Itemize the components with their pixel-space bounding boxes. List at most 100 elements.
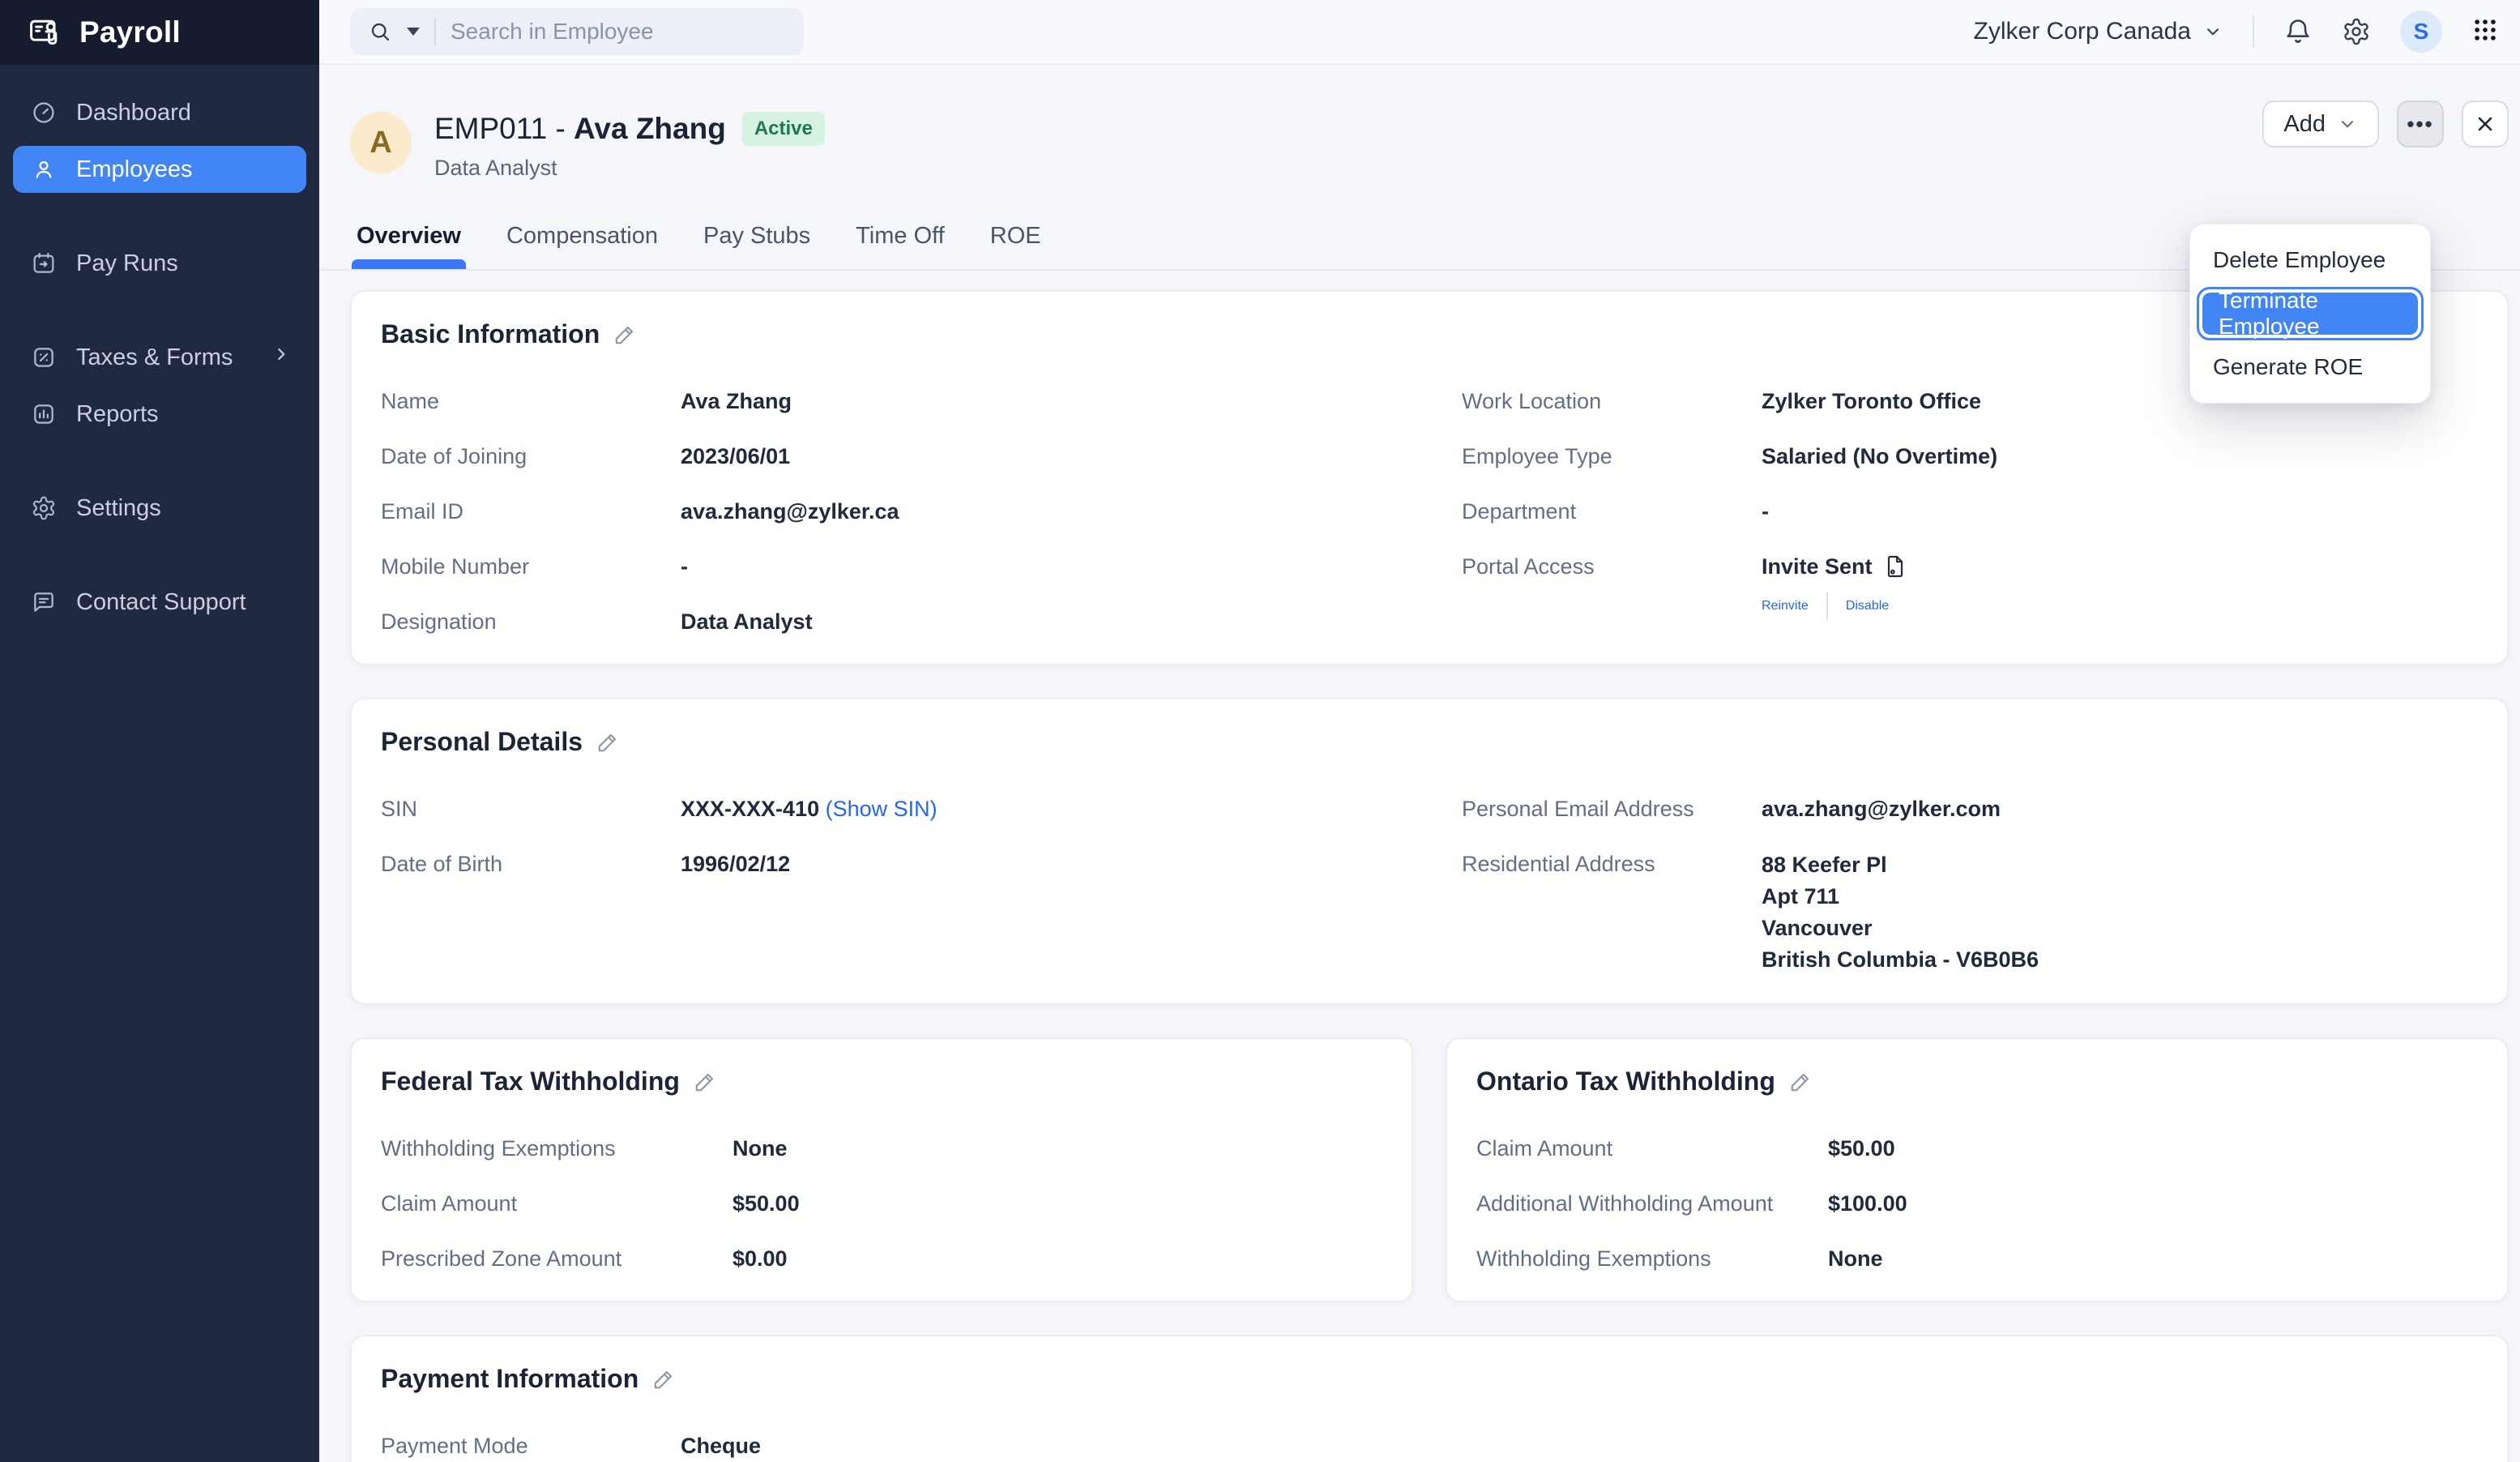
bell-icon bbox=[2283, 17, 2313, 46]
org-name: Zylker Corp Canada bbox=[1974, 18, 2191, 45]
payroll-logo-icon bbox=[28, 15, 63, 50]
user-avatar[interactable]: S bbox=[2400, 11, 2442, 53]
edit-payment-information-button[interactable] bbox=[651, 1367, 676, 1391]
employee-header: A EMP011 - Ava Zhang Active Data Analyst… bbox=[350, 65, 2509, 181]
menu-item-terminate-employee[interactable]: Terminate Employee bbox=[2202, 293, 2418, 335]
show-sin-link[interactable]: (Show SIN) bbox=[826, 797, 938, 821]
tab-overview[interactable]: Overview bbox=[357, 223, 461, 269]
app-name: Payroll bbox=[79, 15, 181, 49]
field-label: Personal Email Address bbox=[1462, 794, 1762, 823]
employee-avatar: A bbox=[350, 112, 412, 173]
tab-pay-stubs[interactable]: Pay Stubs bbox=[703, 223, 810, 269]
search-icon bbox=[368, 19, 392, 44]
federal-tax-card: Federal Tax Withholding Withholding Exem… bbox=[350, 1037, 1413, 1302]
sidebar-item-pay-runs[interactable]: Pay Runs bbox=[13, 240, 306, 287]
pencil-icon bbox=[596, 730, 620, 755]
nav-spacer bbox=[0, 447, 319, 485]
menu-item-terminate-focus-ring: Terminate Employee bbox=[2197, 287, 2424, 340]
close-button[interactable] bbox=[2462, 100, 2509, 147]
edit-basic-information-button[interactable] bbox=[613, 323, 637, 347]
address-line: Apt 711 bbox=[1762, 881, 2039, 913]
sidebar-item-dashboard[interactable]: Dashboard bbox=[13, 89, 306, 136]
sidebar-item-label: Pay Runs bbox=[76, 250, 178, 277]
notifications-button[interactable] bbox=[2283, 17, 2313, 46]
org-switcher[interactable]: Zylker Corp Canada bbox=[1974, 18, 2223, 45]
search-scope-caret-icon[interactable] bbox=[407, 28, 420, 36]
page-title: EMP011 - Ava Zhang bbox=[434, 112, 726, 146]
sidebar: Payroll Dashboard Employees bbox=[0, 0, 319, 1462]
employees-icon bbox=[31, 156, 57, 182]
field-label: SIN bbox=[381, 794, 681, 823]
taxes-forms-icon bbox=[31, 344, 57, 370]
search-input[interactable]: Search in Employee bbox=[350, 8, 804, 55]
edit-federal-tax-button[interactable] bbox=[693, 1070, 717, 1094]
pencil-icon bbox=[1788, 1070, 1813, 1094]
sin-masked: XXX-XXX-410 bbox=[681, 797, 819, 821]
chevron-right-icon bbox=[271, 344, 292, 371]
more-actions-button[interactable]: ••• bbox=[2397, 100, 2444, 147]
chevron-down-icon bbox=[2202, 21, 2223, 42]
search-divider bbox=[434, 18, 436, 45]
sidebar-nav: Dashboard Employees Pay Runs bbox=[0, 65, 319, 1462]
edit-ontario-tax-button[interactable] bbox=[1788, 1070, 1813, 1094]
tab-roe[interactable]: ROE bbox=[990, 223, 1041, 269]
field-label: Employee Type bbox=[1462, 442, 1762, 471]
pencil-icon bbox=[693, 1070, 717, 1094]
pencil-icon bbox=[651, 1367, 676, 1391]
address-line: 88 Keefer Pl bbox=[1762, 849, 2039, 881]
grid-9-icon bbox=[2471, 16, 2499, 44]
sidebar-item-employees[interactable]: Employees bbox=[13, 146, 306, 193]
field-value: Zylker Toronto Office bbox=[1762, 387, 1981, 416]
reinvite-link[interactable]: Reinvite bbox=[1762, 599, 1809, 613]
basic-info-right-column: Work LocationZylker Toronto Office Emplo… bbox=[1462, 387, 2478, 636]
section-title: Payment Information bbox=[381, 1364, 639, 1394]
personal-details-right-column: Personal Email Addressava.zhang@zylker.c… bbox=[1462, 794, 2478, 976]
field-label: Work Location bbox=[1462, 387, 1762, 416]
edit-personal-details-button[interactable] bbox=[596, 730, 620, 755]
sidebar-item-label: Reports bbox=[76, 401, 159, 428]
topbar: Search in Employee Zylker Corp Canada bbox=[319, 0, 2520, 65]
menu-item-generate-roe[interactable]: Generate ROE bbox=[2190, 344, 2430, 390]
reports-icon bbox=[31, 401, 57, 427]
menu-item-delete-employee[interactable]: Delete Employee bbox=[2190, 237, 2430, 283]
field-value: ava.zhang@zylker.ca bbox=[681, 497, 899, 526]
main-area: Search in Employee Zylker Corp Canada bbox=[319, 0, 2520, 1462]
field-label: Claim Amount bbox=[1476, 1134, 1828, 1163]
ontario-tax-card: Ontario Tax Withholding Claim Amount$50.… bbox=[1446, 1037, 2509, 1302]
apps-grid-button[interactable] bbox=[2471, 16, 2499, 48]
field-value: Ava Zhang bbox=[681, 387, 792, 416]
pay-runs-icon bbox=[31, 250, 57, 276]
portal-access-value: Invite Sent Reinvite bbox=[1762, 552, 1908, 620]
content: A EMP011 - Ava Zhang Active Data Analyst… bbox=[319, 65, 2520, 1462]
disable-link[interactable]: Disable bbox=[1846, 599, 1889, 613]
field-label: Department bbox=[1462, 497, 1762, 526]
settings-button[interactable] bbox=[2342, 17, 2371, 46]
add-button[interactable]: Add bbox=[2262, 100, 2379, 147]
field-label: Name bbox=[381, 387, 681, 416]
field-label: Date of Joining bbox=[381, 442, 681, 471]
topbar-right: Zylker Corp Canada S bbox=[1974, 11, 2499, 53]
sidebar-item-label: Contact Support bbox=[76, 589, 246, 616]
tab-time-off[interactable]: Time Off bbox=[856, 223, 945, 269]
invite-status-text: Invite Sent bbox=[1762, 552, 1873, 581]
field-value: ava.zhang@zylker.com bbox=[1762, 794, 2001, 823]
tab-compensation[interactable]: Compensation bbox=[506, 223, 658, 269]
field-label: Designation bbox=[381, 607, 681, 636]
invite-preview-icon[interactable] bbox=[1882, 554, 1908, 579]
address-line: British Columbia - V6B0B6 bbox=[1762, 944, 2039, 976]
field-value: Salaried (No Overtime) bbox=[1762, 442, 1997, 471]
section-title: Basic Information bbox=[381, 319, 600, 349]
pencil-icon bbox=[613, 323, 637, 347]
field-value: Cheque bbox=[681, 1431, 761, 1460]
sidebar-item-reports[interactable]: Reports bbox=[13, 391, 306, 438]
sidebar-item-taxes-forms[interactable]: Taxes & Forms bbox=[13, 334, 306, 381]
field-value: - bbox=[681, 552, 688, 581]
app-logo: Payroll bbox=[0, 0, 319, 65]
sidebar-item-contact-support[interactable]: Contact Support bbox=[13, 579, 306, 626]
field-value: $100.00 bbox=[1828, 1189, 1907, 1218]
field-value: $50.00 bbox=[1828, 1134, 1895, 1163]
personal-details-card: Personal Details SIN XXX-XXX-410 (Show S… bbox=[350, 698, 2509, 1005]
field-label: Claim Amount bbox=[381, 1189, 733, 1218]
field-value: Data Analyst bbox=[681, 607, 813, 636]
sidebar-item-settings[interactable]: Settings bbox=[13, 485, 306, 532]
